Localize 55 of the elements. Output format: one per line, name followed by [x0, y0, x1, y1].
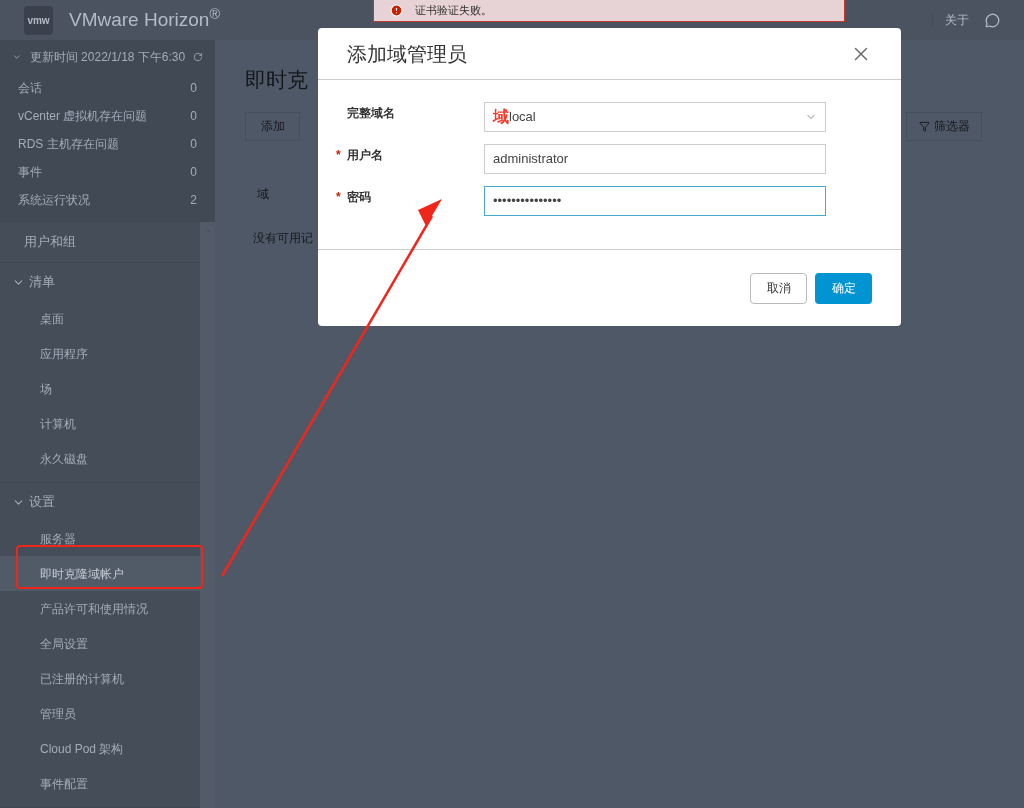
alert-icon — [390, 4, 403, 17]
nav-item[interactable]: 桌面 — [0, 301, 200, 336]
required-mark: * — [336, 189, 342, 206]
input-field[interactable]: administrator — [484, 144, 826, 174]
nav-item[interactable]: 永久磁盘 — [0, 441, 200, 476]
filter-icon — [918, 120, 930, 132]
domain-select[interactable]: 域local — [484, 102, 826, 132]
product-name: VMware Horizon$^{®}$ — [69, 5, 220, 32]
nav-link[interactable]: 用户和组 — [24, 232, 76, 252]
nav-group-header[interactable]: 设置 — [0, 483, 200, 521]
field-label: 完整域名 — [347, 105, 395, 122]
nav-item[interactable]: 计算机 — [0, 406, 200, 441]
summary-label[interactable]: RDS 主机存在问题 — [18, 135, 119, 153]
field-value: local — [509, 109, 537, 127]
summary-label[interactable]: 系统运行状况 — [18, 191, 90, 209]
field-value: administrator — [493, 150, 570, 169]
nav-item[interactable]: 产品许可和使用情况 — [0, 591, 200, 626]
annotation-label: 域 — [493, 107, 509, 127]
dialog-title: 添加域管理员 — [347, 41, 467, 67]
confirm-button[interactable]: 确定 — [815, 272, 872, 304]
nav-item[interactable]: 已注册的计算机 — [0, 661, 200, 696]
summary-label[interactable]: 会话 — [18, 79, 42, 97]
logo: vmw — [24, 5, 53, 35]
nav-item[interactable]: Cloud Pod 架构 — [0, 731, 200, 766]
empty-table-text: 没有可用记 — [253, 229, 314, 247]
alert-message: 证书验证失败。 — [415, 3, 492, 19]
nav-item[interactable]: 应用程序 — [0, 336, 200, 371]
page-title: 即时克 — [245, 67, 309, 93]
field-label: 用户名 — [347, 147, 383, 164]
summary-count: 0 — [190, 108, 197, 125]
nav-group-header[interactable]: 清单 — [0, 263, 200, 301]
nav-item[interactable]: 场 — [0, 371, 200, 406]
summary-label[interactable]: vCenter 虚拟机存在问题 — [18, 107, 148, 125]
nav-item[interactable]: 即时克隆域帐户 — [0, 556, 200, 591]
filter-button[interactable]: 筛选器 — [906, 111, 982, 141]
chat-icon[interactable] — [985, 12, 1000, 28]
field-label: 密码 — [347, 189, 371, 206]
nav-item[interactable]: 管理员 — [0, 696, 200, 731]
password-field[interactable]: ••••••••••••••• — [484, 186, 826, 216]
header-link[interactable]: 关于 — [932, 11, 969, 29]
summary-count: 2 — [190, 192, 197, 209]
summary-count: 0 — [190, 136, 197, 153]
nav-item[interactable]: 事件配置 — [0, 766, 200, 801]
cancel-button[interactable]: 取消 — [750, 272, 807, 304]
nav-item[interactable]: 服务器 — [0, 521, 200, 556]
summary-count: 0 — [190, 80, 197, 97]
field-value: ••••••••••••••• — [493, 192, 563, 211]
nav-item[interactable]: 全局设置 — [0, 626, 200, 661]
update-time: 更新时间 2022/1/18 下午6:30 — [29, 49, 186, 66]
refresh-icon[interactable] — [193, 51, 203, 63]
column-header: 域 — [257, 185, 269, 203]
summary-label[interactable]: 事件 — [18, 163, 42, 181]
summary-count: 0 — [190, 164, 197, 181]
required-mark: * — [336, 147, 342, 164]
add-button[interactable]: 添加 — [245, 111, 300, 141]
